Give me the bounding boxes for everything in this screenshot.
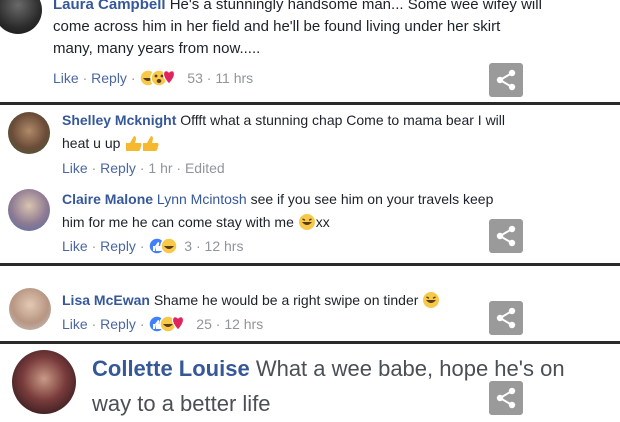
comment-text-line: come across him in her field and he'll b… [53,18,501,35]
comment-text-line: him for me he can come stay with me xx [62,213,330,234]
comment-panel-2: Shelley Mcknight Offft what a stunning c… [0,105,620,263]
laughing-emoji-icon [422,291,440,312]
commenter-name[interactable]: Lisa McEwan [62,292,150,308]
timestamp: 1 hr [148,160,173,176]
reply-link[interactable]: Reply [100,238,136,254]
separator: · [87,160,101,176]
timestamp: 12 hrs [224,316,264,333]
separator: · [135,160,149,176]
share-button[interactable] [489,219,523,253]
like-link[interactable]: Like [62,160,88,176]
reply-link[interactable]: Reply [91,70,127,86]
comment-text-line: Laura Campbell He's a stunningly handsom… [53,0,542,13]
commenter-name[interactable]: Claire Malone [62,191,153,207]
comment-text: He's a stunningly handsome man... Some w… [169,0,542,13]
reply-link[interactable]: Reply [100,316,136,332]
separator: · [78,70,92,87]
reaction-count[interactable]: 53 [187,70,203,86]
reaction-icons[interactable] [148,315,192,336]
share-icon [496,225,516,247]
separator: · [135,316,149,333]
like-link[interactable]: Like [53,70,79,86]
reaction-icons[interactable] [148,237,180,258]
comment-text-line: heat u up [62,134,160,155]
thumbs-up-icon [124,134,160,155]
share-icon [496,307,516,329]
reply-link[interactable]: Reply [100,160,136,176]
reaction-count[interactable]: 3 [184,238,192,254]
comment-panel-3: Lisa McEwan Shame he would be a right sw… [0,266,620,341]
share-button[interactable] [489,63,523,97]
separator: · [202,70,216,87]
commenter-name[interactable]: Shelley Mcknight [62,112,176,128]
reaction-icons[interactable] [139,69,183,90]
avatar[interactable] [9,288,51,330]
like-link[interactable]: Like [62,316,88,332]
comment-text-line: way to a better life [92,391,271,416]
avatar[interactable] [12,350,76,414]
separator: · [172,160,185,176]
edited-label[interactable]: Edited [185,160,225,176]
comment-text: Shame he would be a right swipe on tinde… [153,292,419,309]
share-icon [496,69,516,91]
timestamp: 12 hrs [204,238,244,255]
comment-actions: Like · Reply · 3 · 12 hrs [62,237,243,258]
commenter-name[interactable]: Laura Campbell [53,0,166,13]
comment-text-line: Claire Malone Lynn Mcintosh see if you s… [62,191,493,207]
separator: · [211,316,225,333]
comment-actions: Like · Reply · 1 hr · Edited [62,160,225,176]
mention-link[interactable]: Lynn Mcintosh [157,191,247,207]
separator: · [192,238,205,255]
comment-text-line: many, many years from now..... [53,40,261,57]
laughing-emoji-icon [298,213,316,234]
comment-text-line: Shelley Mcknight Offft what a stunning c… [62,112,505,128]
comment-panel-1: Laura Campbell He's a stunningly handsom… [0,0,620,102]
comment-text: xx [315,214,330,231]
avatar[interactable] [8,112,50,154]
comment-text: heat u up [62,135,121,152]
avatar[interactable] [8,189,50,231]
comment-text: What a wee babe, hope he's on [255,356,565,381]
comment-text-line: Collette Louise What a wee babe, hope he… [92,356,565,382]
avatar[interactable] [0,0,42,34]
separator: · [126,70,140,87]
comment-actions: Like · Reply · 25 · 12 hrs [62,315,263,336]
comment-actions: Like · Reply · 53 · 11 hrs [53,69,253,90]
separator: · [87,316,101,333]
share-icon [496,387,516,409]
like-link[interactable]: Like [62,238,88,254]
share-button[interactable] [489,301,523,335]
comment-text-line: Lisa McEwan Shame he would be a right sw… [62,291,440,312]
reaction-count[interactable]: 25 [196,316,212,332]
share-button[interactable] [489,381,523,415]
timestamp: 11 hrs [215,70,254,87]
separator: · [135,238,149,255]
comment-text: Offft what a stunning chap Come to mama … [180,112,506,128]
comment-panel-4: Collette Louise What a wee babe, hope he… [0,344,620,422]
commenter-name[interactable]: Collette Louise [92,356,250,381]
comment-text: see if you see him on your travels keep [250,191,494,207]
separator: · [87,238,101,255]
comment-text: him for me he can come stay with me [62,214,294,231]
